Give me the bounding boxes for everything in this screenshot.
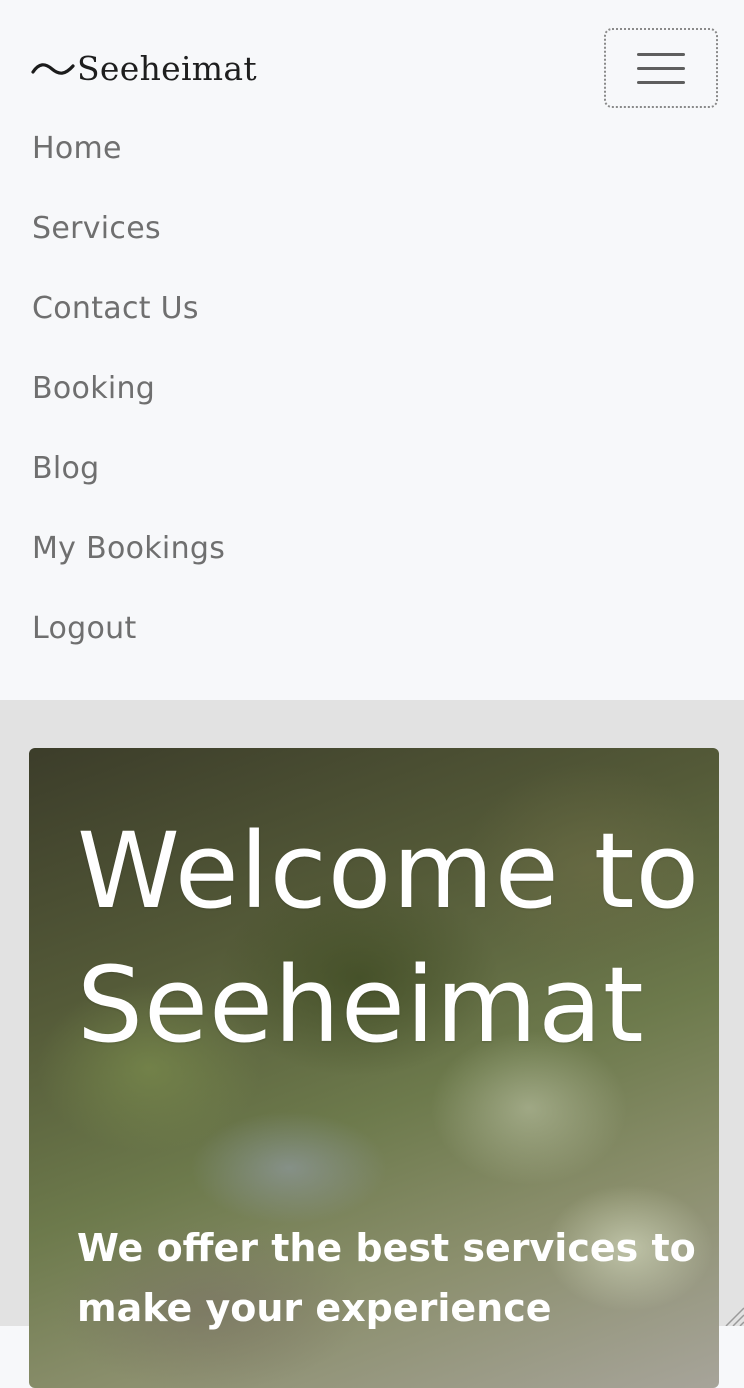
nav-link-contact-us[interactable]: Contact Us: [32, 291, 199, 326]
nav-link-home[interactable]: Home: [32, 131, 122, 166]
hamburger-menu-icon: [637, 52, 685, 56]
navbar-toggler-button[interactable]: [604, 28, 718, 108]
brand-logo-link[interactable]: Seeheimat: [31, 46, 257, 92]
nav-item-booking: Booking: [32, 348, 225, 428]
nav-item-logout: Logout: [32, 588, 225, 668]
hamburger-menu-icon-bar: [637, 66, 685, 70]
brand-name: Seeheimat: [77, 49, 257, 88]
nav-menu: Home Services Contact Us Booking Blog My…: [32, 108, 225, 668]
nav-item-blog: Blog: [32, 428, 225, 508]
nav-link-logout[interactable]: Logout: [32, 611, 137, 646]
nav-link-my-bookings[interactable]: My Bookings: [32, 531, 225, 566]
nav-item-contact-us: Contact Us: [32, 268, 225, 348]
nav-link-blog[interactable]: Blog: [32, 451, 100, 486]
hero-subtitle: We offer the best services to make your …: [77, 1226, 696, 1330]
hero-title: Welcome to Seeheimat: [77, 810, 701, 1066]
wave-logo-icon: [31, 63, 75, 75]
hero-banner: Welcome to Seeheimat We offer the best s…: [29, 748, 719, 1388]
nav-link-booking[interactable]: Booking: [32, 371, 155, 406]
hamburger-menu-icon-bar: [637, 80, 685, 84]
nav-item-my-bookings: My Bookings: [32, 508, 225, 588]
main-navbar: Seeheimat Home Services Contact Us Booki…: [0, 0, 744, 700]
page-content: Welcome to Seeheimat We offer the best s…: [0, 700, 744, 1388]
resize-grip-icon[interactable]: [722, 1304, 744, 1326]
nav-link-services[interactable]: Services: [32, 211, 161, 246]
nav-item-services: Services: [32, 188, 225, 268]
nav-item-home: Home: [32, 108, 225, 188]
